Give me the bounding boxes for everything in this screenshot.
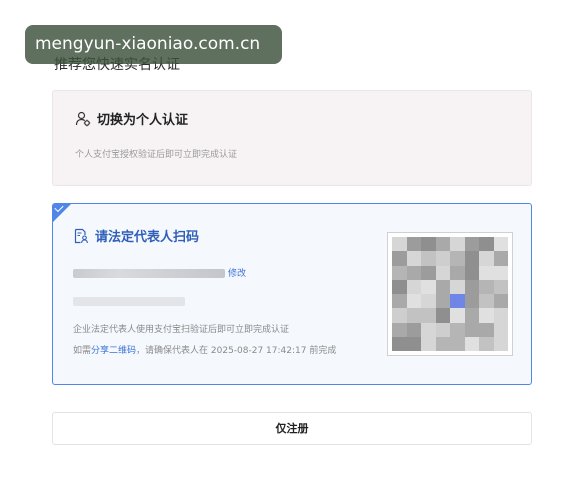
qr-pixel [450,336,465,351]
auth-page: mengyun-xiaoniao.com.cn 推荐您快速实名认证 切换为个人认… [0,0,583,496]
share-qr-link[interactable]: 分享二维码 [91,346,136,356]
qr-pixel [435,322,450,337]
qr-pixel [464,279,479,294]
qr-pixel [406,308,421,323]
qr-pixel [435,265,450,280]
qr-pixel [435,336,450,351]
qr-pixel [421,265,436,280]
qr-code-pixels [392,237,508,351]
qr-pixel [392,237,407,252]
qr-pixel [493,308,508,323]
qr-pixel [493,251,508,266]
qr-pixel [450,265,465,280]
note-suffix: ，请确保代表人在 2025-08-27 17:42:17 前完成 [136,346,337,356]
qr-pixel [493,294,508,309]
qr-pixel [479,322,494,337]
qr-pixel [421,336,436,351]
qr-pixel [464,294,479,309]
legal-card-note: 如需分享二维码，请确保代表人在 2025-08-27 17:42:17 前完成 [73,343,336,356]
personal-card-title-row: 切换为个人认证 [75,109,188,128]
qr-pixel [464,336,479,351]
register-only-button[interactable]: 仅注册 [52,412,532,445]
qr-pixel [406,336,421,351]
qr-pixel [450,294,465,309]
qr-pixel [493,322,508,337]
legal-card-title: 请法定代表人扫码 [95,230,200,245]
qr-pixel [421,294,436,309]
qr-pixel [479,237,494,252]
qr-pixel [450,279,465,294]
qr-pixel [392,265,407,280]
personal-card-title: 切换为个人认证 [97,113,189,128]
qr-pixel [421,237,436,252]
qr-pixel [479,279,494,294]
masked-representative-info [73,297,185,306]
edit-link[interactable]: 修改 [228,266,246,279]
qr-pixel [493,265,508,280]
legal-card-description: 企业法定代表人使用支付宝扫验证后即可立即完成认证 [73,325,290,335]
watermark-overlay: mengyun-xiaoniao.com.cn [25,25,282,64]
document-person-icon [73,228,89,244]
qr-pixel [435,251,450,266]
qr-pixel [392,308,407,323]
qr-pixel [479,251,494,266]
qr-pixel [450,308,465,323]
qr-pixel [392,336,407,351]
qr-pixel [406,251,421,266]
qr-pixel [464,265,479,280]
qr-pixel [479,265,494,280]
qr-pixel [493,237,508,252]
note-prefix: 如需 [73,346,92,356]
qr-pixel [421,322,436,337]
qr-pixel [464,322,479,337]
qr-pixel [450,322,465,337]
qr-pixel [406,294,421,309]
qr-pixel [421,308,436,323]
qr-pixel [435,308,450,323]
qr-code [387,232,513,356]
qr-pixel [450,237,465,252]
personal-auth-card[interactable]: 切换为个人认证 个人支付宝授权验证后即可立即完成认证 [52,90,532,186]
qr-pixel [435,294,450,309]
qr-pixel [406,237,421,252]
qr-pixel [479,294,494,309]
qr-pixel [421,251,436,266]
qr-pixel [479,336,494,351]
qr-pixel [464,251,479,266]
qr-pixel [464,308,479,323]
qr-pixel [493,336,508,351]
qr-pixel [435,237,450,252]
qr-pixel [406,322,421,337]
qr-pixel [392,322,407,337]
qr-pixel [392,279,407,294]
qr-pixel [450,251,465,266]
qr-pixel [392,294,407,309]
watermark-text: mengyun-xiaoniao.com.cn [35,34,261,54]
legal-card-title-row: 请法定代表人扫码 [73,226,199,245]
personal-card-description: 个人支付宝授权验证后即可立即完成认证 [75,150,238,160]
qr-pixel [493,279,508,294]
masked-company-name [73,269,225,278]
qr-pixel [392,251,407,266]
qr-pixel [435,279,450,294]
qr-pixel [406,265,421,280]
person-settings-icon [75,111,91,127]
legal-rep-auth-card[interactable]: 请法定代表人扫码 修改 企业法定代表人使用支付宝扫验证后即可立即完成认证 如需分… [52,203,532,385]
qr-pixel [406,279,421,294]
qr-pixel [464,237,479,252]
qr-pixel [479,308,494,323]
qr-pixel [421,279,436,294]
